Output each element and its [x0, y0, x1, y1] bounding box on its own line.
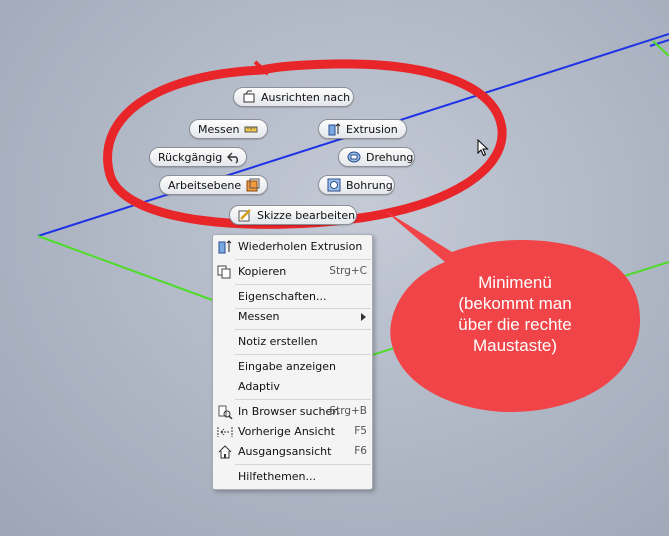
menu-item-label: Ausgangsansicht	[238, 445, 332, 458]
menu-item-label: Adaptiv	[238, 380, 280, 393]
menu-item-label: Kopieren	[238, 265, 287, 278]
callout-line: über die rechte	[458, 315, 572, 334]
home-view-icon	[217, 445, 233, 459]
undo-icon	[227, 150, 241, 164]
mouse-cursor-icon	[477, 139, 489, 157]
drehung-label: Drehung	[366, 150, 414, 164]
ruler-icon	[244, 122, 258, 136]
menu-item-shortcut: Strg+B	[329, 405, 367, 417]
sketch-plane-edge-green	[37, 235, 216, 302]
revolve-icon	[347, 150, 361, 164]
extrusion-icon	[217, 240, 233, 254]
menu-item-shortcut: F6	[354, 445, 367, 457]
menu-separator	[235, 284, 371, 285]
menu-item-messen[interactable]: Messen	[213, 307, 372, 327]
menu-item-label: Eingabe anzeigen	[238, 360, 336, 373]
callout-text: Minimenü (bekommt man über die rechte Ma…	[430, 272, 600, 356]
menu-separator	[235, 354, 371, 355]
messen-label: Messen	[198, 122, 240, 136]
skizze-bearbeiten-button[interactable]: Skizze bearbeiten	[229, 205, 357, 225]
menu-item-in-browser-suchen[interactable]: In Browser suchen Strg+B	[213, 402, 372, 422]
callout-line: Minimenü	[478, 273, 552, 292]
menu-item-label: Vorherige Ansicht	[238, 425, 335, 438]
submenu-arrow-icon	[361, 313, 366, 321]
menu-separator	[235, 399, 371, 400]
menu-item-shortcut: F5	[354, 425, 367, 437]
copy-icon	[217, 265, 233, 279]
menu-item-vorherige-ansicht[interactable]: Vorherige Ansicht F5	[213, 422, 372, 442]
bohrung-button[interactable]: Bohrung	[318, 175, 395, 195]
ausrichten-nach-label: Ausrichten nach	[261, 90, 351, 104]
menu-item-label: Messen	[238, 310, 280, 323]
align-view-icon	[242, 90, 256, 104]
browser-search-icon	[217, 405, 233, 420]
skizze-bearbeiten-label: Skizze bearbeiten	[257, 208, 356, 222]
menu-item-label: Hilfethemen...	[238, 470, 317, 483]
drehung-button[interactable]: Drehung	[338, 147, 415, 167]
menu-item-kopieren[interactable]: Kopieren Strg+C	[213, 262, 372, 282]
sketch-plane-edge-blue-top	[649, 39, 669, 47]
callout-line: Maustaste)	[472, 336, 558, 355]
menu-item-hilfethemen[interactable]: Hilfethemen...	[213, 467, 372, 487]
extrusion-icon	[327, 122, 341, 136]
menu-item-ausgangsansicht[interactable]: Ausgangsansicht F6	[213, 442, 372, 462]
menu-separator	[235, 464, 371, 465]
menu-item-shortcut: Strg+C	[329, 265, 367, 277]
menu-separator	[235, 259, 371, 260]
menu-item-notiz-erstellen[interactable]: Notiz erstellen	[213, 332, 372, 352]
callout-line: (bekommt man	[458, 294, 572, 313]
menu-item-wiederholen-extrusion[interactable]: Wiederholen Extrusion	[213, 237, 372, 257]
messen-button[interactable]: Messen	[189, 119, 268, 139]
edit-sketch-icon	[238, 208, 252, 222]
menu-item-label: Eigenschaften...	[238, 290, 327, 303]
context-menu: Wiederholen Extrusion Kopieren Strg+C Ei…	[212, 234, 373, 490]
menu-item-label: Wiederholen Extrusion	[238, 240, 363, 253]
hole-icon	[327, 178, 341, 192]
ausrichten-nach-button[interactable]: Ausrichten nach	[233, 87, 354, 107]
menu-item-label: In Browser suchen	[238, 405, 340, 418]
extrusion-button[interactable]: Extrusion	[318, 119, 407, 139]
previous-view-icon	[217, 425, 233, 439]
menu-separator	[235, 329, 371, 330]
menu-item-eigenschaften[interactable]: Eigenschaften...	[213, 287, 372, 307]
menu-item-eingabe-anzeigen[interactable]: Eingabe anzeigen	[213, 357, 372, 377]
work-plane-icon	[246, 178, 260, 192]
rueckgaengig-button[interactable]: Rückgängig	[149, 147, 247, 167]
menu-item-adaptiv[interactable]: Adaptiv	[213, 377, 372, 397]
menu-item-label: Notiz erstellen	[238, 335, 318, 348]
arbeitsebene-button[interactable]: Arbeitsebene	[159, 175, 268, 195]
extrusion-label: Extrusion	[346, 122, 398, 136]
rueckgaengig-label: Rückgängig	[158, 150, 223, 164]
arbeitsebene-label: Arbeitsebene	[168, 178, 242, 192]
bohrung-label: Bohrung	[346, 178, 393, 192]
